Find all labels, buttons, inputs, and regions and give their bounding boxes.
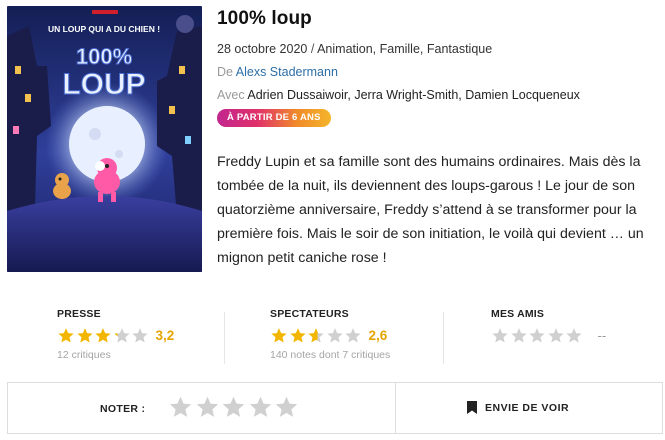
cast-line: Avec Adrien Dussaiwoir, Jerra Wright-Smi… [217,88,663,102]
cast-names: Adrien Dussaiwoir, Jerra Wright-Smith, D… [247,88,580,102]
release-genres: 28 octobre 2020 / Animation, Famille, Fa… [217,42,663,56]
poster-title-line2: LOUP [62,68,145,101]
rating-spectateurs-stars [270,327,363,344]
rate-star-icon[interactable] [168,395,193,419]
poster-tagline: UN LOUP QUI A DU CHIEN ! [48,24,160,34]
star-icon [132,327,148,343]
synopsis: Freddy Lupin et sa famille sont des huma… [217,154,644,266]
meta-separator: / [307,42,318,56]
cast-label: Avec [217,88,248,102]
genres: Animation, Famille, Fantastique [317,42,493,56]
star-icon [113,327,130,343]
star-icon [529,327,545,343]
rating-amis[interactable]: MES AMIS -- [491,308,606,345]
star-icon [271,327,287,343]
ratings-bar: PRESSE 3,2 12 critiques SPECTATEURS 2,6 … [0,296,665,372]
star-icon [547,327,564,343]
rating-presse-stars [57,327,150,344]
noter-label: NOTER : [100,403,146,415]
rating-presse-score: 3,2 [155,327,175,343]
star-icon [492,327,508,343]
director-line: De Alexs Stadermann [217,65,663,79]
star-icon [58,327,74,343]
user-actions-bar: NOTER : ENVIE DE VOIR [7,382,663,434]
star-icon [76,327,93,343]
star-icon [308,327,324,343]
age-rating-badge: À PARTIR DE 6 ANS [217,109,331,127]
rate-star-icon[interactable] [248,395,273,419]
poster-image: UN LOUP QUI A DU CHIEN ! 100% LOUP [7,6,202,272]
rate-star-icon[interactable] [221,395,246,419]
rating-amis-label: MES AMIS [491,308,545,320]
rating-divider [443,312,444,364]
movie-title[interactable]: 100% loup [217,8,663,30]
actions-divider [395,383,396,433]
rating-spectateurs-score: 2,6 [368,327,388,343]
rating-presse-label: PRESSE [57,308,101,320]
star-icon [510,327,527,343]
star-icon [345,327,361,343]
rating-spectateurs-label: SPECTATEURS [270,308,349,320]
release-date: 28 octobre 2020 [217,42,308,56]
rating-spectateurs[interactable]: SPECTATEURS 2,6 140 notes dont 7 critiqu… [270,308,390,361]
rating-divider [224,312,225,364]
star-icon [326,327,343,343]
director-label: De [217,65,236,79]
rating-presse[interactable]: PRESSE 3,2 12 critiques [57,308,174,361]
movie-info: 100% loup 28 octobre 2020 / Animation, F… [217,8,663,127]
movie-poster[interactable]: UN LOUP QUI A DU CHIEN ! 100% LOUP [7,6,202,272]
envie-de-voir-label: ENVIE DE VOIR [485,401,570,414]
star-icon [289,327,306,343]
bookmark-icon [467,401,477,414]
poster-title-line1: 100% [76,44,132,69]
rate-star-icon[interactable] [274,395,299,419]
rating-amis-score: -- [597,327,607,343]
rating-presse-count[interactable]: 12 critiques [57,349,174,361]
director-link[interactable]: Alexs Stadermann [236,65,338,79]
user-rating-stars[interactable] [168,395,301,419]
rating-spectateurs-count[interactable]: 140 notes dont 7 critiques [270,349,390,361]
envie-de-voir-button[interactable]: ENVIE DE VOIR [467,401,569,414]
rating-amis-stars [491,327,584,344]
star-icon [95,327,111,343]
rate-star-icon[interactable] [195,395,220,419]
star-icon [566,327,582,343]
